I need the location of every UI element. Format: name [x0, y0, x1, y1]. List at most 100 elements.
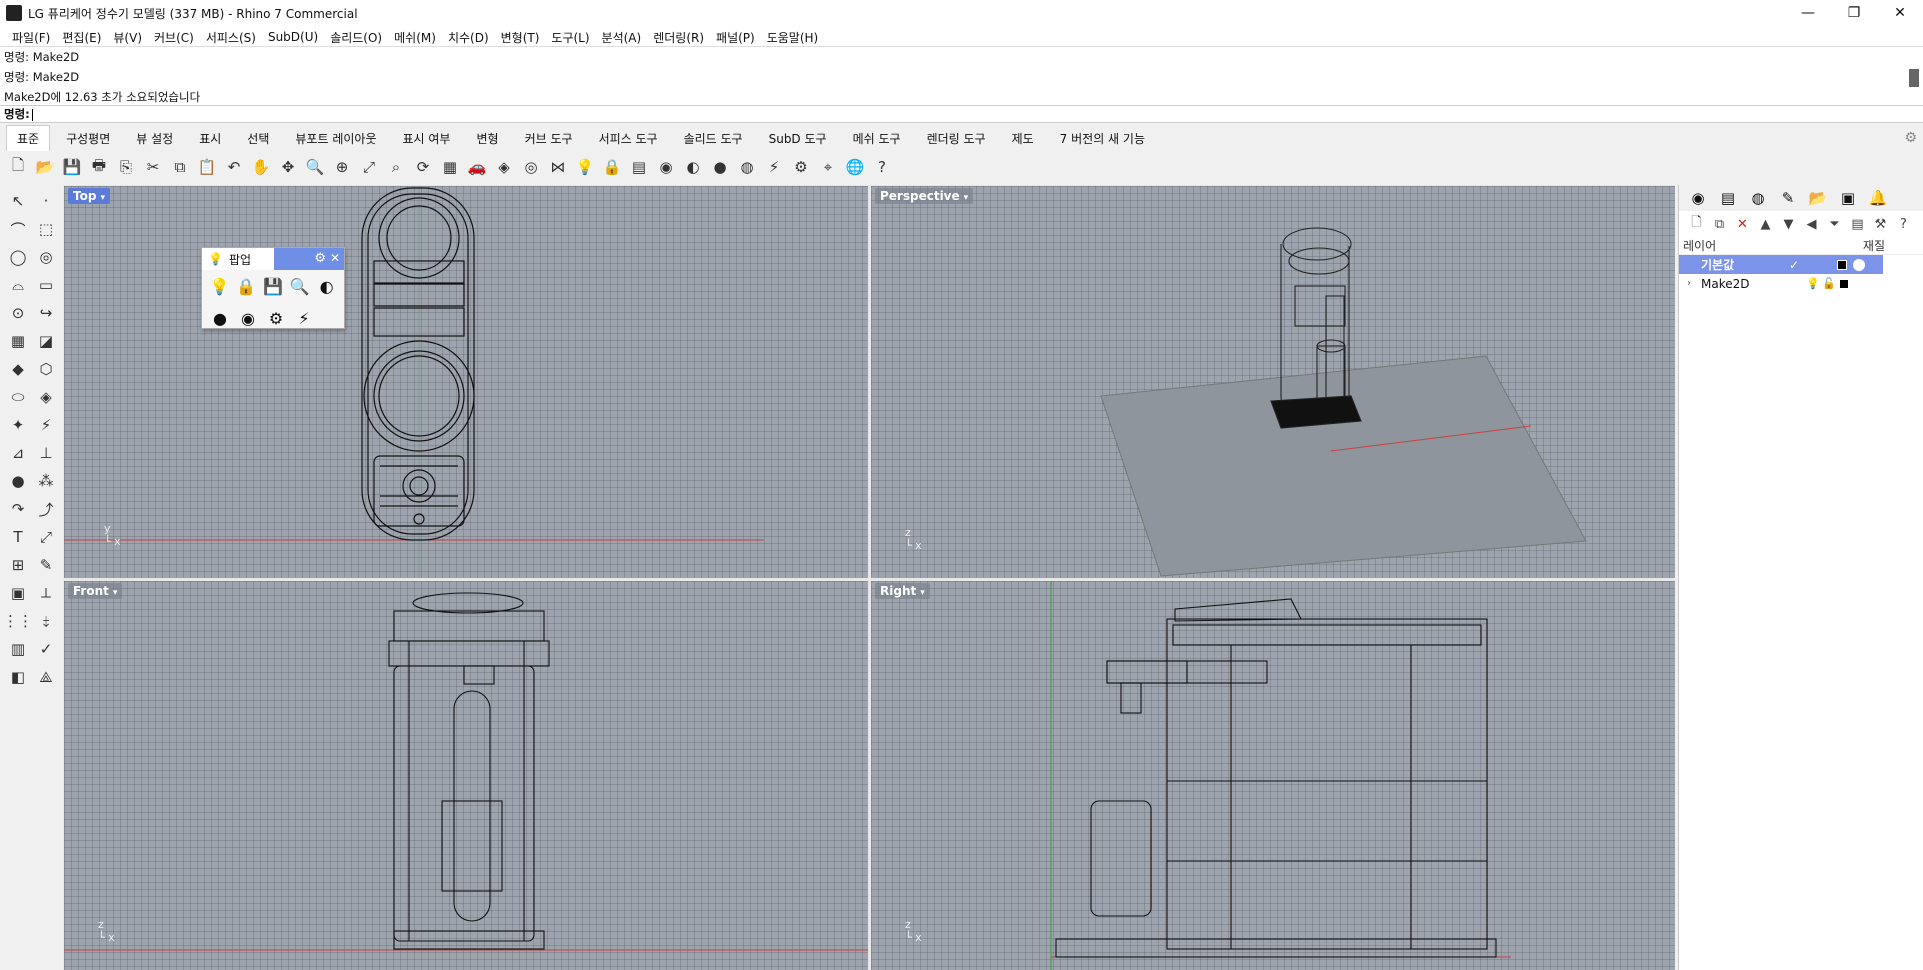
- menu-curve[interactable]: 커브(C): [148, 29, 200, 46]
- gear-options-icon[interactable]: ⚙: [789, 155, 813, 179]
- paste-icon[interactable]: 📋: [195, 155, 219, 179]
- zoom-extents-icon[interactable]: ⤢: [357, 155, 381, 179]
- move-up-icon[interactable]: ▲: [1754, 217, 1777, 232]
- tab-transform[interactable]: 변형: [466, 126, 508, 151]
- tab-cplanes[interactable]: 구성평면: [56, 126, 120, 151]
- tab-visibility[interactable]: 표시 여부: [393, 126, 461, 151]
- popup-close-icon[interactable]: ✕: [330, 251, 340, 265]
- tab-select[interactable]: 선택: [237, 126, 279, 151]
- popup-gear-tool-icon[interactable]: ⚙: [262, 304, 290, 332]
- tab-mesh-tools[interactable]: 메쉬 도구: [843, 126, 911, 151]
- popup-toolbar[interactable]: 💡 팝업 ⚙ ✕ 💡 🔒 💾 🔍 ◐ ● ◉ ⚙ ⚡: [201, 247, 345, 329]
- snap-icon[interactable]: ⋈: [546, 155, 570, 179]
- globe-icon[interactable]: 🌐: [843, 155, 867, 179]
- libraries-tab-icon[interactable]: 📂: [1803, 189, 1833, 207]
- left-tool-icon[interactable]: ⤈: [32, 607, 60, 635]
- tab-surface-tools[interactable]: 서피스 도구: [589, 126, 668, 151]
- named-cplane-icon[interactable]: ◈: [492, 155, 516, 179]
- zoom-icon[interactable]: 🔍: [303, 155, 327, 179]
- render-flash-icon[interactable]: ⚡: [762, 155, 786, 179]
- left-tool-icon[interactable]: ✎: [32, 551, 60, 579]
- viewport-label-perspective[interactable]: Perspective ▾: [875, 188, 974, 204]
- left-tool-icon[interactable]: ⁂: [32, 467, 60, 495]
- shaded-sphere-icon[interactable]: ◐: [681, 155, 705, 179]
- layers-tab-icon[interactable]: ▤: [1713, 189, 1743, 207]
- print-icon[interactable]: 🖶: [87, 155, 111, 179]
- left-tool-icon[interactable]: ↪: [32, 299, 60, 327]
- history-scrollbar[interactable]: [1909, 49, 1919, 103]
- left-tool-icon[interactable]: ↷: [4, 495, 32, 523]
- notifications-tab-icon[interactable]: 🔔: [1863, 189, 1893, 207]
- left-tool-icon[interactable]: ◆: [4, 355, 32, 383]
- osnap-icon[interactable]: ⌖: [816, 155, 840, 179]
- popup-flash-icon[interactable]: ⚡: [290, 304, 318, 332]
- copy-icon[interactable]: ⧉: [168, 155, 192, 179]
- menu-file[interactable]: 파일(F): [6, 29, 56, 46]
- left-tool-icon[interactable]: ▣: [4, 579, 32, 607]
- viewport-label-right[interactable]: Right ▾: [875, 583, 930, 599]
- left-tool-icon[interactable]: ⊙: [4, 299, 32, 327]
- import-icon[interactable]: ⎘: [114, 155, 138, 179]
- layer-material-swatch[interactable]: [1853, 258, 1865, 271]
- close-button[interactable]: ✕: [1877, 0, 1923, 26]
- left-tool-icon[interactable]: ⬚: [32, 215, 60, 243]
- left-tool-icon[interactable]: ◈: [32, 383, 60, 411]
- popup-light-icon[interactable]: 💡: [206, 272, 233, 300]
- menu-subd[interactable]: SubD(U): [262, 30, 324, 44]
- move-view-icon[interactable]: ✥: [276, 155, 300, 179]
- tab-render-tools[interactable]: 렌더링 도구: [917, 126, 996, 151]
- layer-color-swatch[interactable]: [1837, 259, 1847, 270]
- layer-unlock-icon[interactable]: 🔓: [1821, 277, 1837, 290]
- delete-layer-icon[interactable]: ✕: [1731, 217, 1754, 232]
- pan-icon[interactable]: ✋: [249, 155, 273, 179]
- menu-surface[interactable]: 서피스(S): [200, 29, 262, 46]
- left-tool-icon[interactable]: ◪: [32, 327, 60, 355]
- tab-display[interactable]: 표시: [189, 126, 231, 151]
- new-layer-icon[interactable]: 🗋: [1685, 213, 1708, 235]
- left-tool-icon[interactable]: ✦: [4, 411, 32, 439]
- left-tool-icon[interactable]: ▭: [32, 271, 60, 299]
- properties-tab-icon[interactable]: ◉: [1683, 189, 1713, 207]
- menu-analyze[interactable]: 분석(A): [596, 29, 648, 46]
- left-tool-icon[interactable]: ◯: [4, 243, 32, 271]
- named-view-icon[interactable]: ◎: [519, 155, 543, 179]
- layer-manager-icon[interactable]: ▤: [1846, 217, 1869, 232]
- left-tool-icon[interactable]: ⊞: [4, 551, 32, 579]
- four-view-icon[interactable]: ▦: [438, 155, 462, 179]
- left-tool-icon[interactable]: ⊿: [4, 439, 32, 467]
- popup-render-sphere-icon[interactable]: ●: [206, 304, 234, 332]
- viewport-label-front[interactable]: Front ▾: [68, 583, 123, 599]
- popup-save-icon[interactable]: 💾: [260, 272, 287, 300]
- menu-help[interactable]: 도움말(H): [761, 29, 825, 46]
- zoom-selected-icon[interactable]: ⌕: [384, 155, 408, 179]
- tab-drafting[interactable]: 제도: [1002, 126, 1044, 151]
- rendered-sphere-icon[interactable]: ●: [708, 155, 732, 179]
- tab-curve-tools[interactable]: 커브 도구: [515, 126, 583, 151]
- help-icon[interactable]: ?: [1892, 217, 1915, 232]
- popup-color-wheel-icon[interactable]: ◉: [234, 304, 262, 332]
- left-tool-icon[interactable]: ◧: [4, 663, 32, 691]
- new-sublayer-icon[interactable]: ⧉: [1708, 217, 1731, 232]
- lock-icon[interactable]: 🔒: [600, 155, 624, 179]
- car-icon[interactable]: 🚗: [465, 155, 489, 179]
- render-tab-icon[interactable]: ◍: [1743, 189, 1773, 207]
- menu-render[interactable]: 렌더링(R): [647, 29, 710, 46]
- viewport-right[interactable]: Right ▾ z └ x: [871, 581, 1675, 970]
- layer-icon[interactable]: ▤: [627, 155, 651, 179]
- popup-lock-icon[interactable]: 🔒: [233, 272, 260, 300]
- tab-standard[interactable]: 표준: [6, 125, 51, 151]
- viewport-label-top[interactable]: Top ▾: [68, 188, 110, 204]
- open-icon[interactable]: 📂: [33, 155, 57, 179]
- left-tool-icon[interactable]: ▥: [4, 635, 32, 663]
- left-tool-icon[interactable]: ⌓: [4, 271, 32, 299]
- cut-icon[interactable]: ✂: [141, 155, 165, 179]
- layer-visible-bulb-icon[interactable]: 💡: [1805, 277, 1821, 290]
- left-tool-icon[interactable]: ·: [32, 187, 60, 215]
- move-parent-icon[interactable]: ◀: [1800, 217, 1823, 232]
- zoom-window-icon[interactable]: ⊕: [330, 155, 354, 179]
- expand-chevron-icon[interactable]: ›: [1679, 278, 1699, 289]
- left-tool-icon[interactable]: ⬭: [4, 383, 32, 411]
- menu-mesh[interactable]: 메쉬(M): [388, 29, 442, 46]
- left-tool-icon[interactable]: ⋮⋮: [3, 607, 33, 635]
- material-sphere-icon[interactable]: ◍: [735, 155, 759, 179]
